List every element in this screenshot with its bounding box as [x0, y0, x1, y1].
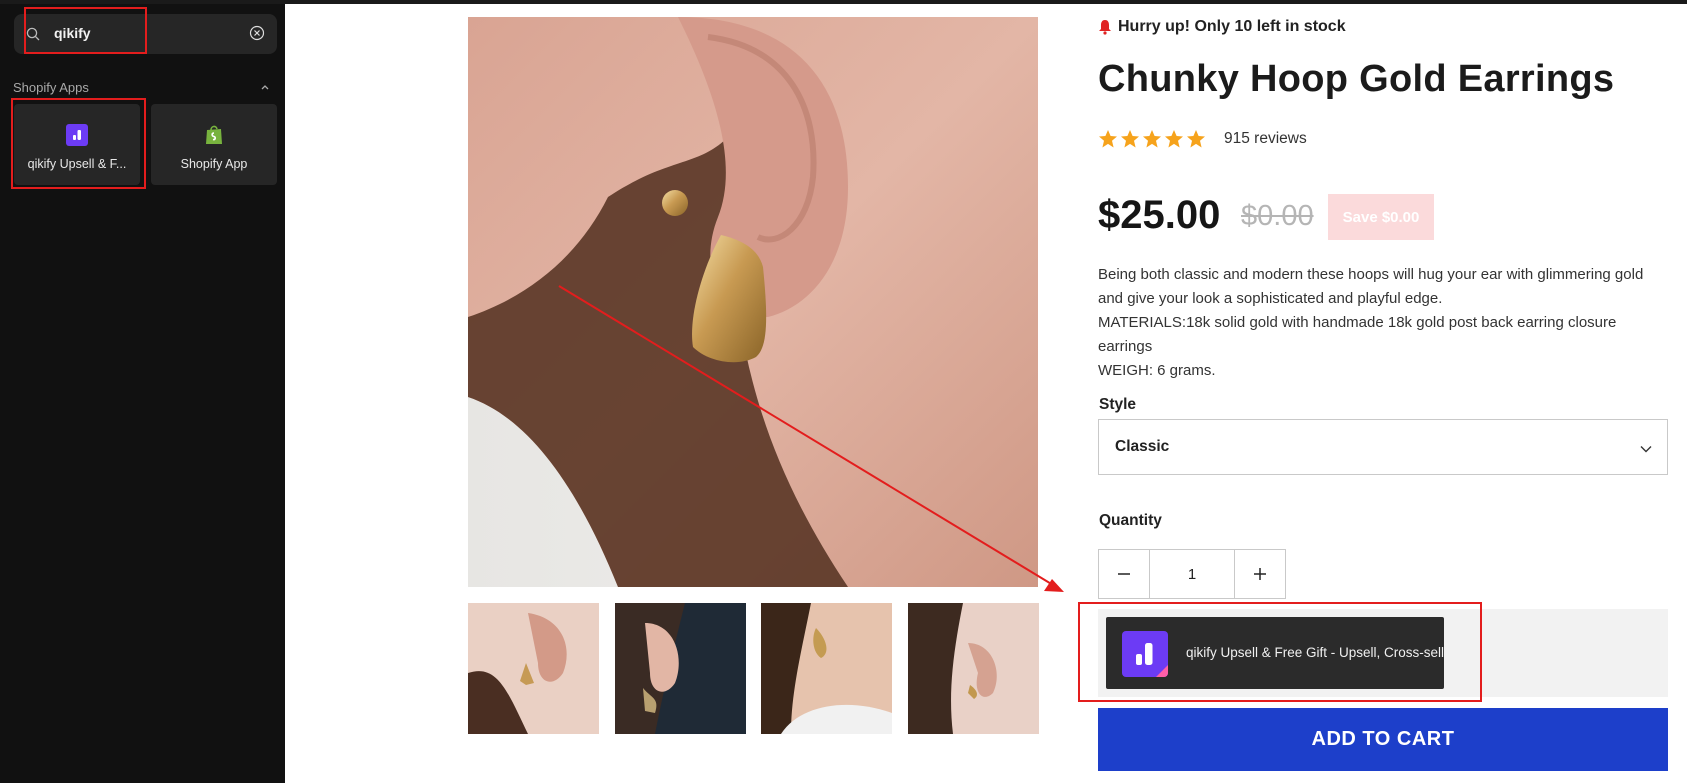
compare-price: $0.00 — [1241, 200, 1314, 232]
star-icon — [1143, 130, 1161, 148]
chevron-up-icon[interactable] — [259, 81, 271, 93]
star-icon — [1187, 130, 1205, 148]
qikify-icon — [1122, 631, 1168, 677]
qikify-app-block[interactable]: qikify Upsell & Free Gift - Upsell, Cros… — [1106, 617, 1444, 689]
sidebar: qikify Shopify Apps qikify Upsell & F...… — [0, 4, 285, 783]
product-thumbnail[interactable] — [615, 603, 746, 734]
shopify-apps-section-header[interactable]: Shopify Apps — [13, 79, 271, 97]
rating-stars[interactable] — [1098, 129, 1206, 149]
style-selected-value: Classic — [1115, 438, 1170, 455]
bell-icon — [1099, 20, 1111, 35]
product-thumbnail[interactable] — [761, 603, 892, 734]
reviews-count[interactable]: 915 reviews — [1224, 130, 1307, 148]
star-icon — [1165, 130, 1183, 148]
qikify-icon — [66, 124, 88, 146]
app-card-label: qikify Upsell & F... — [27, 157, 127, 171]
section-title: Shopify Apps — [13, 80, 89, 95]
quantity-input[interactable]: 1 — [1149, 550, 1235, 598]
minus-icon — [1118, 573, 1130, 575]
app-card-label: Shopify App — [180, 157, 248, 171]
stock-notice-text: Hurry up! Only 10 left in stock — [1118, 18, 1346, 35]
decrease-quantity-button[interactable] — [1099, 550, 1149, 598]
app-card-qikify[interactable]: qikify Upsell & F... — [14, 104, 140, 185]
style-select[interactable]: Classic — [1098, 419, 1668, 475]
description-line: Being both classic and modern these hoop… — [1098, 266, 1644, 307]
search-field[interactable]: qikify — [14, 14, 277, 54]
stock-notice: Hurry up! Only 10 left in stock — [1098, 18, 1346, 36]
quantity-label: Quantity — [1099, 512, 1162, 529]
description-line: MATERIALS:18k solid gold with handmade 1… — [1098, 314, 1617, 355]
shopify-bag-icon — [206, 125, 222, 144]
product-price: $25.00 — [1098, 193, 1221, 237]
plus-icon — [1254, 568, 1266, 580]
product-title: Chunky Hoop Gold Earrings — [1098, 58, 1615, 100]
description-line: WEIGH: 6 grams. — [1098, 362, 1216, 379]
search-input[interactable]: qikify — [54, 25, 91, 41]
product-description: Being both classic and modern these hoop… — [1098, 263, 1658, 383]
save-badge: Save $0.00 — [1328, 194, 1434, 240]
app-card-shopify[interactable]: Shopify App — [151, 104, 277, 185]
chevron-down-icon — [1640, 446, 1652, 453]
search-icon — [26, 27, 40, 41]
clear-search-icon[interactable] — [249, 25, 265, 41]
quantity-stepper: 1 — [1098, 549, 1286, 599]
star-icon — [1099, 130, 1117, 148]
increase-quantity-button[interactable] — [1235, 550, 1285, 598]
add-to-cart-button[interactable]: ADD TO CART — [1098, 708, 1668, 771]
product-main-image[interactable] — [468, 17, 1038, 587]
product-thumbnail[interactable] — [468, 603, 599, 734]
app-block-label: qikify Upsell & Free Gift - Upsell, Cros… — [1186, 645, 1445, 660]
product-thumbnail[interactable] — [908, 603, 1039, 734]
star-icon — [1121, 130, 1139, 148]
style-label: Style — [1099, 396, 1137, 413]
